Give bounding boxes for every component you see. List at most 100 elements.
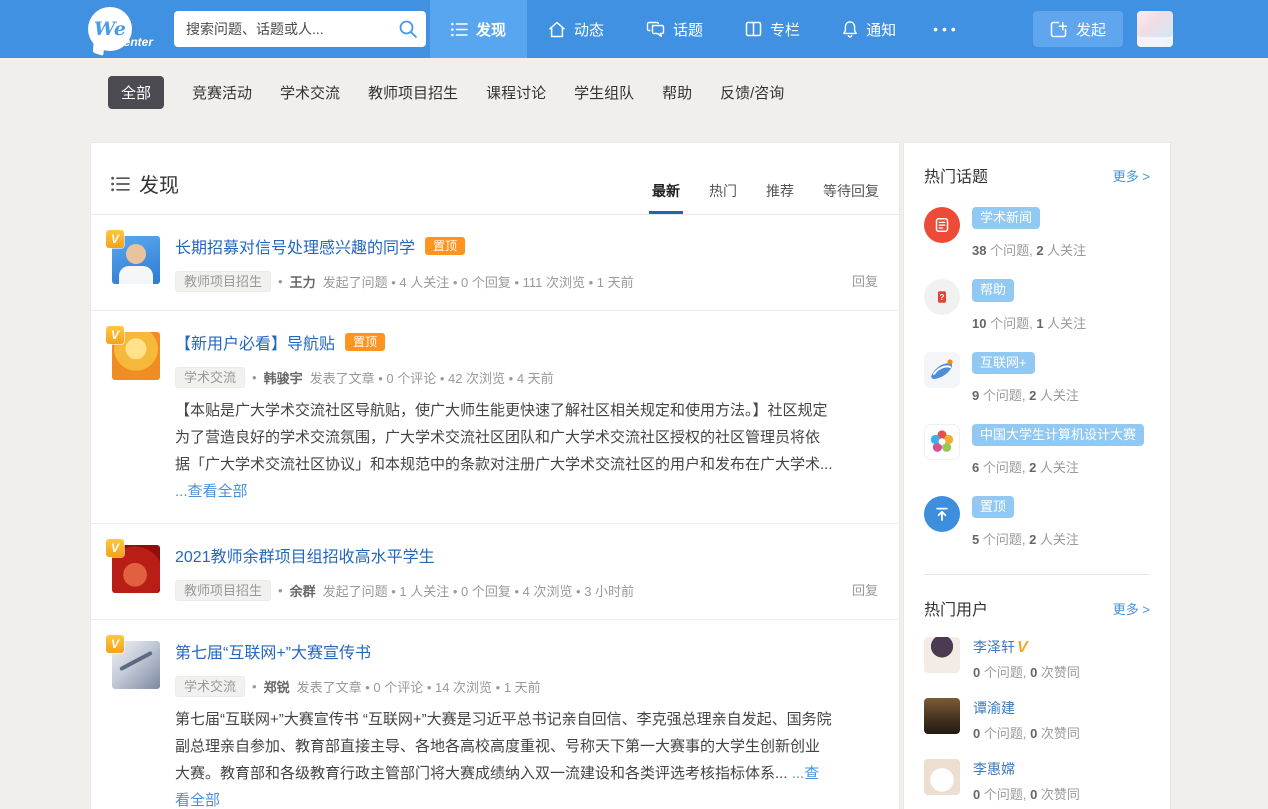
hot-topics-more-link[interactable]: 更多 > — [1113, 166, 1150, 185]
topic-tag-link[interactable]: 互联网+ — [972, 352, 1035, 374]
publish-label: 发起 — [1076, 19, 1106, 40]
hot-topic-row: 中国大学生计算机设计大赛 6 个问题, 2 人关注 — [924, 424, 1150, 476]
search-box — [174, 11, 426, 47]
author-link[interactable]: 韩骏宇 — [264, 368, 303, 387]
article-title-link[interactable]: 【新用户必看】导航贴 — [175, 330, 335, 354]
hot-topic-row: 置顶 5 个问题, 2 人关注 — [924, 496, 1150, 548]
user-stats: 0 个问题, 0 次赞同 — [973, 723, 1080, 742]
item-excerpt: 第七届“互联网+”大赛宣传书 “互联网+”大赛是习近平总书记亲自回信、李克强总理… — [175, 706, 833, 809]
meta-text: 发表了文章 • 0 个评论 • 42 次浏览 • 4 天前 — [310, 368, 554, 387]
hot-users-title: 热门用户 — [924, 596, 988, 620]
topic-stats: 6 个问题, 2 人关注 — [972, 457, 1144, 476]
item-meta: 教师项目招生 • 王力 发起了问题 • 4 人关注 • 0 个回复 • 111 … — [175, 271, 833, 292]
filter-all[interactable]: 全部 — [108, 76, 164, 109]
verified-badge: V — [106, 326, 124, 344]
hot-topic-row: 互联网+ 9 个问题, 2 人关注 — [924, 352, 1150, 404]
newspaper-icon — [933, 216, 951, 234]
user-avatar[interactable] — [924, 637, 960, 673]
topic-tag-link[interactable]: 置顶 — [972, 496, 1014, 518]
sidebar-divider — [924, 574, 1150, 575]
category-filter-bar: 全部 竞赛活动 学术交流 教师项目招生 课程讨论 学生组队 帮助 反馈/咨询 — [108, 77, 1171, 108]
verified-badge: V — [106, 539, 124, 557]
help-topic-icon[interactable]: ? — [924, 279, 960, 315]
item-meta: 学术交流 • 韩骏宇 发表了文章 • 0 个评论 • 42 次浏览 • 4 天前 — [175, 367, 833, 388]
user-avatar[interactable] — [924, 759, 960, 795]
topic-tag[interactable]: 教师项目招生 — [175, 580, 271, 601]
tab-latest[interactable]: 最新 — [652, 181, 680, 214]
computer-design-topic-icon[interactable] — [924, 424, 960, 460]
hot-topic-row: ? 帮助 10 个问题, 1 人关注 — [924, 279, 1150, 331]
discover-list-icon — [111, 176, 130, 192]
tab-recommended[interactable]: 推荐 — [766, 181, 794, 214]
tab-awaiting-reply[interactable]: 等待回复 — [823, 181, 879, 214]
topic-stats: 10 个问题, 1 人关注 — [972, 313, 1086, 332]
nav-item-discover[interactable]: 发现 — [430, 0, 527, 58]
pinned-topic-icon[interactable] — [924, 496, 960, 532]
hot-user-row: 谭渝建 0 个问题, 0 次赞同 — [924, 698, 1150, 742]
filter-recruitment[interactable]: 教师项目招生 — [368, 82, 458, 103]
chat-bubbles-icon — [646, 21, 665, 38]
nav-item-topics[interactable]: 话题 — [625, 0, 724, 58]
top-navbar: We Center 发现 动态 话题 — [0, 0, 1268, 58]
topic-tag-link[interactable]: 帮助 — [972, 279, 1014, 301]
hot-topic-row: 学术新闻 38 个问题, 2 人关注 — [924, 207, 1150, 259]
question-book-icon: ? — [933, 288, 951, 306]
flower-logo-icon — [926, 426, 958, 458]
feed-list: V 长期招募对信号处理感兴趣的同学 置顶 教师项目招生 • 王力 发起了问题 •… — [91, 215, 899, 809]
question-title-link[interactable]: 长期招募对信号处理感兴趣的同学 — [175, 234, 415, 258]
question-title-link[interactable]: 2021教师余群项目组招收高水平学生 — [175, 543, 435, 567]
search-icon[interactable] — [398, 19, 418, 39]
user-name-link[interactable]: 谭渝建 — [973, 700, 1015, 716]
topic-tag-link[interactable]: 中国大学生计算机设计大赛 — [972, 424, 1144, 446]
hot-user-row: 李泽轩V 0 个问题, 0 次赞同 — [924, 637, 1150, 681]
feed-item: V 第七届“互联网+”大赛宣传书 学术交流 • 郑锐 发表了文章 • 0 个评论… — [91, 620, 899, 809]
news-topic-icon[interactable] — [924, 207, 960, 243]
nav-label: 动态 — [574, 19, 604, 40]
plus-square-icon — [1050, 21, 1067, 38]
topic-tag[interactable]: 学术交流 — [175, 367, 245, 388]
hot-user-row: 李惠嫦 0 个问题, 0 次赞同 — [924, 759, 1150, 803]
separator: • — [278, 274, 283, 289]
logo-center-text: Center — [115, 35, 153, 49]
verified-badge: V — [106, 635, 124, 653]
article-title-link[interactable]: 第七届“互联网+”大赛宣传书 — [175, 639, 371, 663]
author-link[interactable]: 王力 — [290, 272, 316, 291]
filter-teams[interactable]: 学生组队 — [574, 82, 634, 103]
reply-link[interactable]: 回复 — [852, 580, 878, 599]
nav-label: 发现 — [476, 19, 506, 40]
author-link[interactable]: 郑锐 — [264, 677, 290, 696]
nav-item-activity[interactable]: 动态 — [527, 0, 625, 58]
tab-hot[interactable]: 热门 — [709, 181, 737, 214]
filter-course[interactable]: 课程讨论 — [486, 82, 546, 103]
nav-item-notifications[interactable]: 通知 — [821, 0, 917, 58]
user-name-link[interactable]: 李泽轩 — [973, 639, 1015, 655]
topic-stats: 5 个问题, 2 人关注 — [972, 529, 1079, 548]
wecenter-logo[interactable]: We Center — [88, 0, 166, 58]
topic-tag[interactable]: 教师项目招生 — [175, 271, 271, 292]
topic-tag[interactable]: 学术交流 — [175, 676, 245, 697]
filter-academic[interactable]: 学术交流 — [280, 82, 340, 103]
nav-item-columns[interactable]: 专栏 — [724, 0, 821, 58]
current-user-avatar[interactable] — [1137, 11, 1173, 47]
separator: • — [252, 679, 257, 694]
filter-feedback[interactable]: 反馈/咨询 — [720, 82, 784, 103]
search-input[interactable] — [174, 11, 426, 47]
user-name-link[interactable]: 李惠嫦 — [973, 761, 1015, 777]
filter-competitions[interactable]: 竞赛活动 — [192, 82, 252, 103]
topic-tag-link[interactable]: 学术新闻 — [972, 207, 1040, 229]
filter-help[interactable]: 帮助 — [662, 82, 692, 103]
publish-button[interactable]: 发起 — [1033, 11, 1123, 47]
author-link[interactable]: 余群 — [290, 581, 316, 600]
verified-badge: V — [1017, 639, 1028, 656]
discover-feed-card: 发现 最新 热门 推荐 等待回复 V 长期招募对信号处理感兴趣的同学 置顶 — [90, 142, 900, 809]
feed-item: V 2021教师余群项目组招收高水平学生 教师项目招生 • 余群 发起了问题 •… — [91, 524, 899, 620]
user-avatar[interactable] — [924, 698, 960, 734]
view-all-link[interactable]: ...查看全部 — [175, 483, 248, 500]
verified-badge: V — [106, 230, 124, 248]
excerpt-text: 第七届“互联网+”大赛宣传书 “互联网+”大赛是习近平总书记亲自回信、李克强总理… — [175, 711, 832, 782]
main-nav: 发现 动态 话题 专栏 通知 — [430, 0, 976, 58]
hot-users-more-link[interactable]: 更多 > — [1113, 599, 1150, 618]
internet-plus-topic-icon[interactable] — [924, 352, 960, 388]
nav-more-button[interactable]: ••• — [917, 0, 976, 58]
reply-link[interactable]: 回复 — [852, 271, 878, 290]
